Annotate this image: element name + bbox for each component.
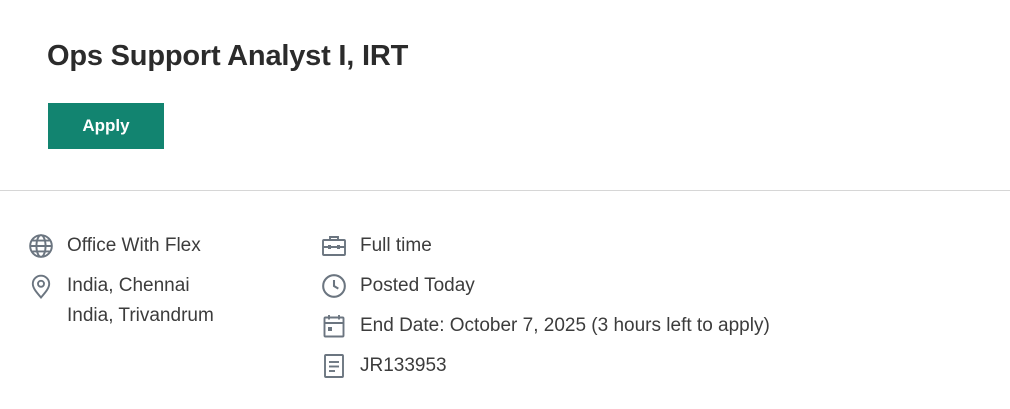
requisition-id-text: JR133953	[360, 355, 447, 376]
globe-icon	[28, 231, 54, 261]
clock-icon	[321, 271, 347, 301]
location-pin-icon	[28, 271, 54, 301]
job-details: Office With Flex India, Chennai India, T…	[0, 191, 1010, 408]
posted-text: Posted Today	[360, 275, 475, 296]
calendar-icon	[321, 311, 347, 341]
job-type-text: Full time	[360, 235, 432, 256]
job-header: Ops Support Analyst I, IRT Apply	[0, 0, 1010, 191]
location-item: India, Chennai	[67, 275, 190, 296]
document-icon	[321, 351, 347, 381]
briefcase-icon	[321, 231, 347, 261]
work-mode-text: Office With Flex	[67, 235, 201, 256]
end-date-text: End Date: October 7, 2025 (3 hours left …	[360, 315, 770, 336]
requisition-row: JR133953	[321, 351, 447, 381]
location-row: India, Chennai India, Trivandrum	[28, 271, 214, 331]
location-list: India, Chennai India, Trivandrum	[67, 271, 214, 331]
posted-row: Posted Today	[321, 271, 475, 301]
job-type-row: Full time	[321, 231, 432, 261]
work-mode-row: Office With Flex	[28, 231, 201, 261]
apply-button[interactable]: Apply	[48, 103, 164, 149]
job-title: Ops Support Analyst I, IRT	[47, 40, 409, 72]
end-date-row: End Date: October 7, 2025 (3 hours left …	[321, 311, 770, 341]
location-item: India, Trivandrum	[67, 305, 214, 326]
